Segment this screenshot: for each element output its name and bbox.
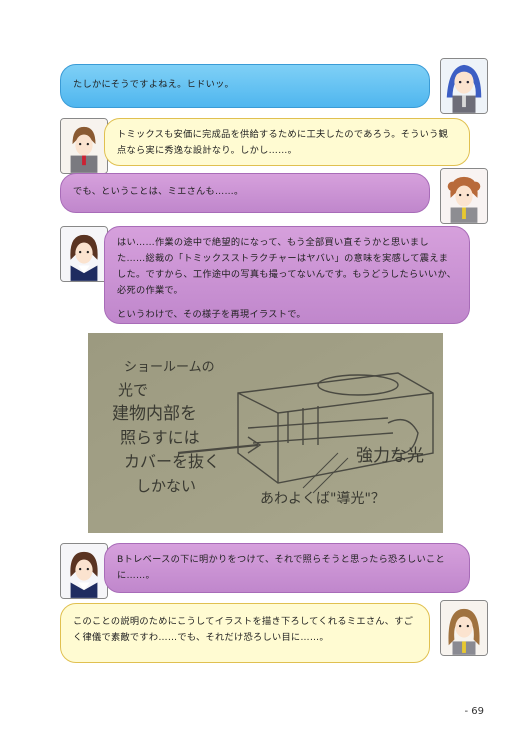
dialogue-bubble-6: このことの説明のためにこうしてイラストを描き下ろしてくれるミエさん、すごく律儀で…: [60, 603, 430, 663]
avatar-blue-hair-girl: [440, 58, 488, 114]
dialogue-bubble-5: Bトレベースの下に明かりをつけて、それで照らそうと思ったら恐ろしいことに……。: [104, 543, 470, 593]
dialogue-bubble-4: はい……作業の途中で絶望的になって、もう全部買い直そうかと思いました……総裁の「…: [104, 226, 470, 324]
bubble-6-text: このことの説明のためにこうしてイラストを描き下ろしてくれるミエさん、すごく律儀で…: [73, 616, 414, 644]
character-icon: [441, 601, 487, 655]
character-icon: [441, 59, 487, 113]
character-icon: [61, 544, 107, 598]
dialogue-bubble-2: トミックスも安価に完成品を供給するために工夫したのであろう。そういう観点なら実に…: [104, 118, 470, 166]
avatar-long-hair-woman: [440, 600, 488, 656]
character-icon: [61, 227, 107, 281]
handwriting-line-3: 建物内部を: [112, 404, 197, 424]
bubble-4-text: はい……作業の途中で絶望的になって、もう全部買い直そうかと思いました……総裁の「…: [117, 237, 457, 297]
bubble-3-text: でも、ということは、ミエさんも……。: [73, 186, 244, 197]
character-icon: [61, 119, 107, 173]
dialogue-bubble-3: でも、ということは、ミエさんも……。: [60, 173, 430, 213]
avatar-orange-hair-girl: [440, 168, 488, 224]
bubble-2-text: トミックスも安価に完成品を供給するために工夫したのであろう。そういう観点なら実に…: [117, 129, 449, 157]
handwriting-line-6: しかない: [136, 477, 196, 495]
handwriting-label-strong-light: 強力な光: [356, 446, 424, 466]
avatar-brown-hair-man: [60, 118, 108, 174]
avatar-sailor-girl-2: [60, 543, 108, 599]
bubble-1-text: たしかにそうですよねえ。ヒドいッ。: [73, 79, 235, 90]
bubble-5-text: Bトレベースの下に明かりをつけて、それで照らそうと思ったら恐ろしいことに……。: [117, 554, 445, 582]
dialogue-bubble-1: たしかにそうですよねえ。ヒドいッ。: [60, 64, 430, 108]
avatar-sailor-girl: [60, 226, 108, 282]
handwriting-line-5: カバーを抜く: [124, 452, 220, 471]
handwriting-line-1: ショールームの: [124, 360, 215, 375]
handwriting-line-2: 光で: [118, 381, 148, 399]
handwriting-line-4: 照らすには: [120, 428, 200, 447]
sketch-illustration: ショールームの 光で 建物内部を 照らすには カバーを抜く しかない 強力な光 …: [88, 333, 443, 533]
sketch-photo: ショールームの 光で 建物内部を 照らすには カバーを抜く しかない 強力な光 …: [88, 333, 443, 533]
bubble-4-text-2: というわけで、その様子を再現イラストで。: [117, 309, 306, 321]
page-number: - 69: [464, 706, 484, 717]
character-icon: [441, 169, 487, 223]
handwriting-label-light-guide: あわよくば"導光"？: [260, 491, 385, 507]
